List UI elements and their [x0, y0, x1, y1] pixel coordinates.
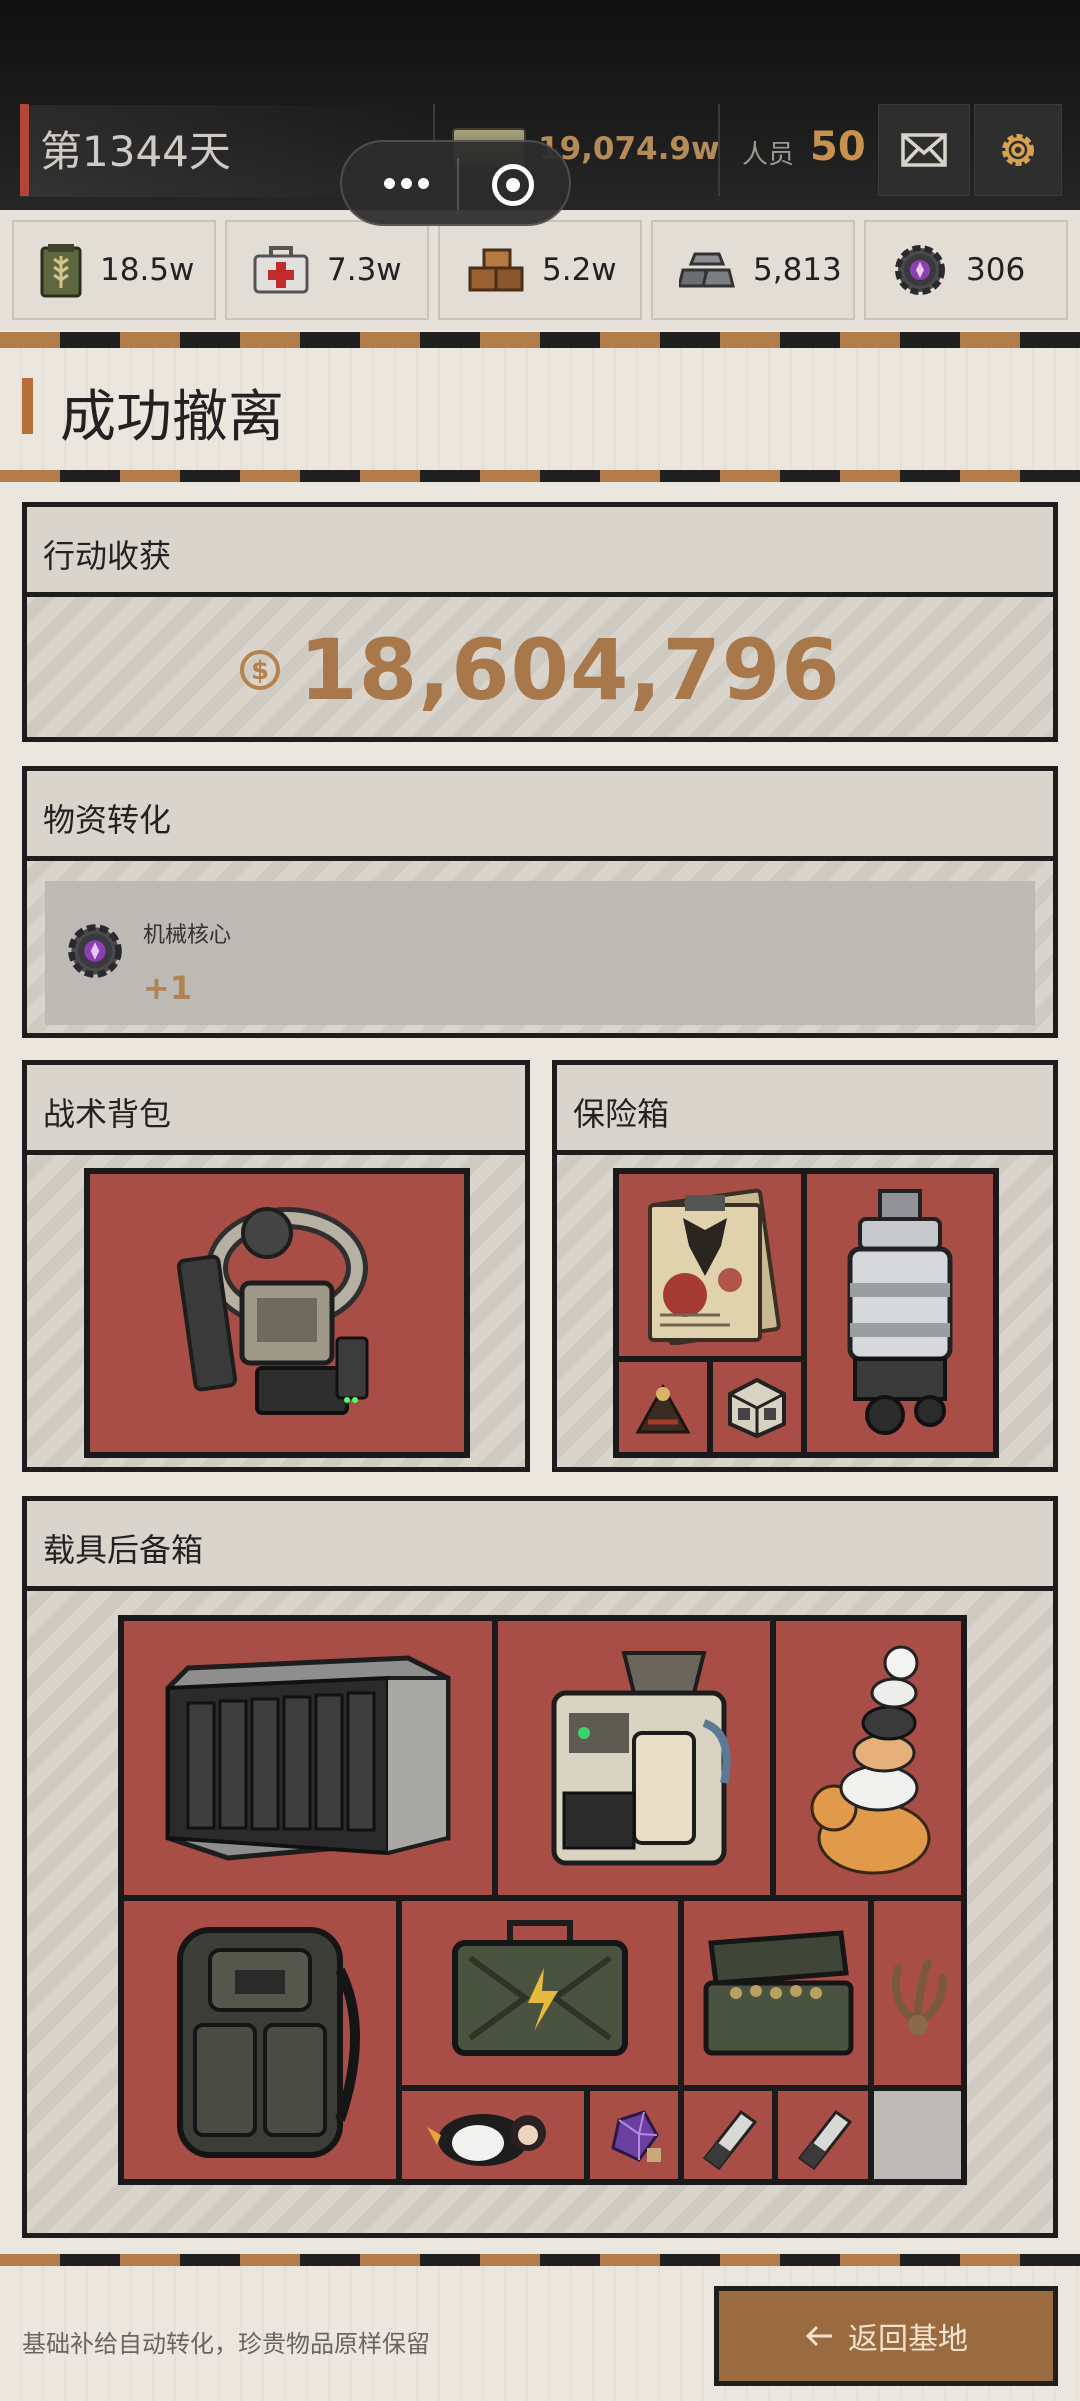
mech-exoskeleton-icon [176, 1207, 369, 1415]
item-slot[interactable] [619, 1174, 801, 1356]
crossbow-figure-icon [635, 1383, 691, 1434]
tactical-backpack-icon [177, 1927, 360, 2158]
item-slot[interactable] [684, 1901, 868, 2085]
converted-item-card[interactable]: 机械核心 +1 [45, 881, 1035, 1025]
empty-slot[interactable] [874, 2091, 961, 2179]
panel-title: 载具后备箱 [27, 1501, 1053, 1591]
purple-crystal-icon [611, 2110, 661, 2162]
item-slot[interactable] [90, 1174, 464, 1452]
more-dots-icon[interactable] [376, 162, 436, 204]
vehicle-trunk-panel: 载具后备箱 [22, 1496, 1058, 2238]
dollar-coin-icon: $ [240, 649, 281, 690]
tactical-backpack-panel: 战术背包 [22, 1060, 530, 1472]
day-accent-bar [20, 104, 29, 196]
panel-title: 战术背包 [27, 1065, 525, 1155]
item-slot[interactable] [124, 1621, 492, 1895]
item-slot[interactable] [874, 1901, 961, 2085]
nas-server-icon [165, 1655, 451, 1861]
item-slot[interactable] [402, 1901, 678, 2085]
resource-metal[interactable]: 5,813 [651, 220, 855, 320]
panel-title: 物资转化 [27, 771, 1053, 861]
gain-amount-row: $ 18,604,796 [27, 602, 1053, 737]
metal-ingots-icon [679, 252, 735, 288]
resource-value: 5.2w [542, 252, 617, 288]
penguin-plush-icon [427, 2114, 546, 2166]
item-slot[interactable] [807, 1174, 993, 1452]
mech-core-gear-icon [68, 924, 122, 978]
panel-title: 保险箱 [557, 1065, 1053, 1155]
medkit-icon [253, 246, 309, 294]
divider [718, 104, 720, 196]
item-slot[interactable] [776, 1621, 961, 1895]
arrow-left-icon [805, 2325, 832, 2347]
item-slot[interactable] [713, 1362, 801, 1452]
hazard-stripe [0, 332, 1080, 348]
return-base-label: 返回基地 [848, 2322, 968, 2357]
bloody-document-icon [648, 1188, 781, 1345]
item-slot[interactable] [778, 2091, 868, 2179]
staff-count: 50 [810, 124, 866, 170]
converted-item-delta: +1 [143, 969, 193, 1007]
coffee-machine-icon [551, 1651, 731, 1866]
gain-amount: 18,604,796 [299, 620, 841, 719]
material-conversion-panel: 物资转化 机械核心 +1 [22, 766, 1058, 1038]
item-slot[interactable] [619, 1362, 707, 1452]
item-slot[interactable] [684, 2091, 772, 2179]
mail-icon [901, 133, 947, 167]
resource-wood[interactable]: 5.2w [438, 220, 642, 320]
small-cube-icon [728, 1377, 786, 1439]
grain-crate-icon [40, 244, 82, 298]
close-target-icon[interactable] [492, 164, 534, 206]
settings-button[interactable] [974, 104, 1062, 196]
trunk-grid [118, 1615, 967, 2185]
item-slot[interactable] [498, 1621, 770, 1895]
title-accent-bar [22, 378, 33, 434]
item-slot[interactable] [590, 2091, 678, 2179]
footer-note: 基础补给自动转化，珍贵物品原样保留 [22, 2330, 430, 2358]
usb-drive-icon [797, 2109, 853, 2170]
backpack-grid [84, 1168, 470, 1458]
settings-gear-icon [1002, 134, 1034, 166]
resource-value: 7.3w [327, 252, 402, 288]
svg-text:$: $ [251, 656, 269, 686]
hazard-stripe [0, 2254, 1080, 2266]
resource-mech-core[interactable]: 306 [864, 220, 1068, 320]
resource-value: 18.5w [100, 252, 195, 288]
item-slot[interactable] [402, 2091, 584, 2179]
usb-drive-icon [702, 2109, 758, 2170]
resource-value: 5,813 [753, 252, 842, 288]
page-title: 成功撤离 [60, 385, 284, 450]
ammo-case-icon [703, 1930, 854, 2056]
mech-core-gear-icon [895, 245, 945, 295]
drill-engine-icon [847, 1189, 953, 1435]
converted-item-name: 机械核心 [143, 923, 232, 948]
item-slot[interactable] [124, 1901, 396, 2179]
panel-title: 行动收获 [27, 507, 1053, 597]
day-counter: 第1344天 [40, 127, 231, 176]
staff-label: 人员 [742, 140, 795, 170]
cat-stack-icon [810, 1645, 930, 1875]
return-base-button[interactable]: 返回基地 [714, 2286, 1058, 2386]
resource-grain[interactable]: 18.5w [12, 220, 216, 320]
safe-box-grid [613, 1168, 999, 1458]
hazard-stripe [0, 470, 1080, 482]
claw-icon [891, 1959, 947, 2035]
wood-blocks-icon [468, 248, 524, 292]
miniprogram-capsule [340, 140, 571, 226]
safe-box-panel: 保险箱 [552, 1060, 1058, 1472]
action-gain-panel: 行动收获 $ 18,604,796 [22, 502, 1058, 742]
battery-case-icon [452, 1920, 628, 2056]
resource-medicine[interactable]: 7.3w [225, 220, 429, 320]
resource-value: 306 [966, 252, 1026, 288]
capsule-divider [457, 158, 459, 210]
mail-button[interactable] [878, 104, 970, 196]
